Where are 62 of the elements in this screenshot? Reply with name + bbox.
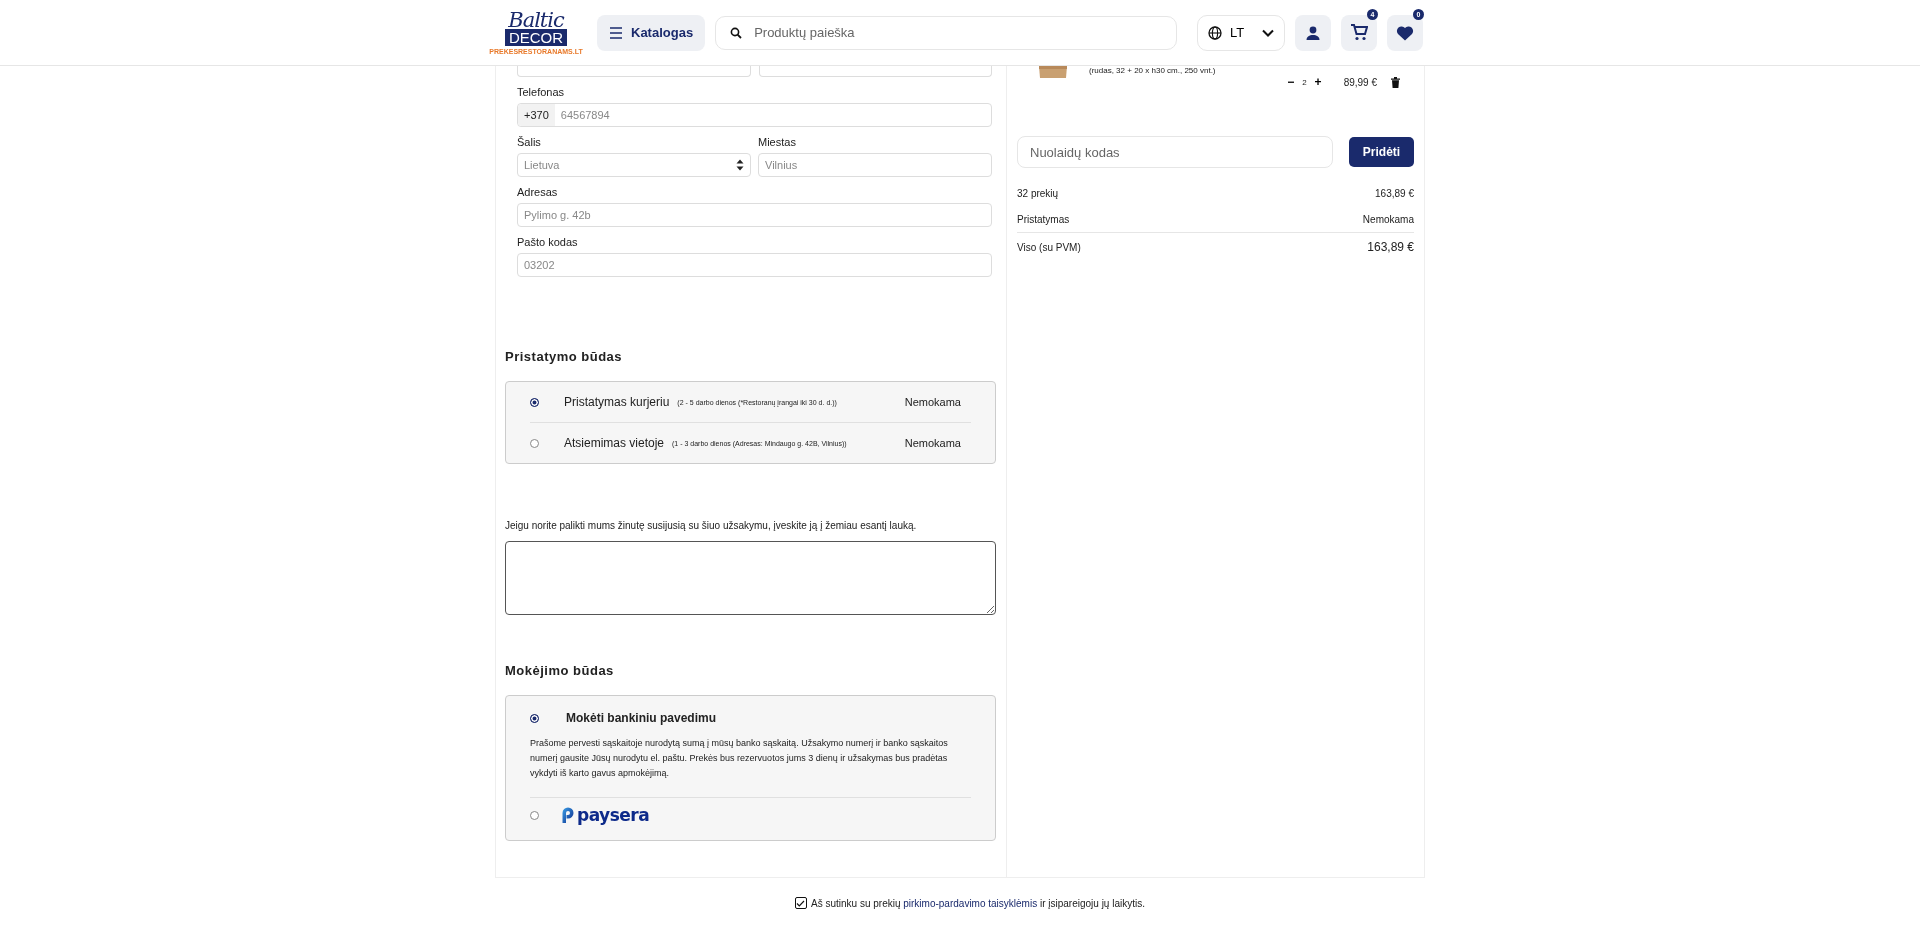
delivery-option-name: Atsiemimas vietoje (564, 436, 665, 450)
menu-icon (609, 26, 623, 39)
summary-value: 163,89 € (1375, 187, 1414, 199)
field-label: Telefonas (517, 85, 566, 99)
product-variant: (rudas, 32 + 20 x h30 cm., 250 vnt.) (1089, 66, 1217, 75)
logo-block-text: DECOR (504, 29, 568, 46)
radio-button[interactable] (530, 713, 539, 723)
agree-checkbox[interactable] (795, 897, 807, 909)
discount-code-field[interactable]: Nuolaidų kodas (1017, 136, 1333, 168)
terms-link[interactable]: pirkimo-pardavimo taisyklėmis (903, 897, 1038, 909)
paysera-p-icon (561, 806, 575, 824)
country-select[interactable]: Lietuva (517, 153, 751, 177)
delivery-price: Nemokama (904, 396, 961, 408)
input-field[interactable]: Vilnius (758, 153, 992, 177)
input-field[interactable]: 03202 (517, 253, 992, 277)
paysera-logo-text: paysera (577, 805, 650, 825)
delivery-price: Nemokama (904, 437, 961, 449)
input-field[interactable]: Pylimo g. 42b (517, 203, 992, 227)
cart-icon (1350, 24, 1368, 41)
input-field[interactable] (517, 66, 751, 77)
catalog-button[interactable]: Katalogas (597, 14, 706, 51)
decrease-button[interactable]: − (1285, 75, 1297, 89)
summary-label: Pristatymas (1017, 213, 1070, 225)
summary-label: 32 prekių (1017, 187, 1059, 199)
quantity-value: 2 (1302, 77, 1307, 87)
apply-discount-button[interactable]: Pridėti (1349, 137, 1414, 167)
search-icon (730, 26, 743, 39)
radio-button[interactable] (530, 397, 539, 407)
cart-button[interactable] (1341, 14, 1377, 51)
trash-icon[interactable] (1391, 76, 1400, 88)
user-icon (1305, 24, 1321, 41)
item-price: 89,99 € (1343, 76, 1377, 88)
message-prompt: Jeigu norite palikti mums žinutę susijusią su šiuo užsakymu, įveskite ją į žemiau esantį lauką. (505, 520, 918, 531)
heart-icon (1396, 24, 1414, 41)
payment-option-name: Mokėti bankiniu pavedimu (566, 711, 717, 725)
sort-arrows-icon (736, 159, 744, 171)
message-textarea[interactable] (505, 541, 996, 615)
radio-button[interactable] (530, 438, 539, 448)
input-field[interactable] (758, 66, 992, 77)
section-title: Mokėjimo būdas (505, 663, 615, 679)
total-label: Viso (su PVM) (1017, 241, 1081, 253)
field-label: Adresas (517, 185, 559, 199)
agreement-text: Aš sutinku su prekių pirkimo-pardavimo taisyklėmis ir įsipareigoju jų laikytis. (811, 897, 1145, 909)
wishlist-button[interactable] (1387, 14, 1423, 51)
account-button[interactable] (1295, 14, 1331, 51)
search-field[interactable]: Produktų paieška (715, 15, 1178, 50)
radio-button[interactable] (530, 810, 539, 820)
field-label: Pašto kodas (517, 235, 579, 249)
phone-field[interactable]: +370 64567894 (517, 103, 992, 127)
total-value: 163,89 € (1367, 240, 1414, 254)
field-label: Šalis (517, 135, 542, 149)
section-title: Pristatymo būdas (505, 349, 624, 365)
field-label: Miestas (758, 135, 797, 149)
globe-icon (1208, 25, 1223, 40)
delivery-option-name: Pristatymas kurjeriu (564, 395, 670, 409)
logo-script-text: Baltic (508, 10, 564, 31)
increase-button[interactable]: + (1312, 75, 1324, 89)
chevron-down-icon (1262, 28, 1274, 37)
payment-description: Prašome pervesti sąskaitoje nurodytą sumą į mūsų banko sąskaitą. Užsakymo numerį ir banko sąskaitos numerį gausite Jūsų nurodytu el. paštu. Prekės bus rezervuotos jums 3 dienų ir užsakymas bus pradėtas vykdyti iš karto gavus apmokėjimą. (530, 737, 949, 780)
language-select[interactable]: LT (1197, 14, 1285, 51)
phone-prefix: +370 (518, 104, 555, 126)
summary-value: Nemokama (1362, 213, 1414, 225)
